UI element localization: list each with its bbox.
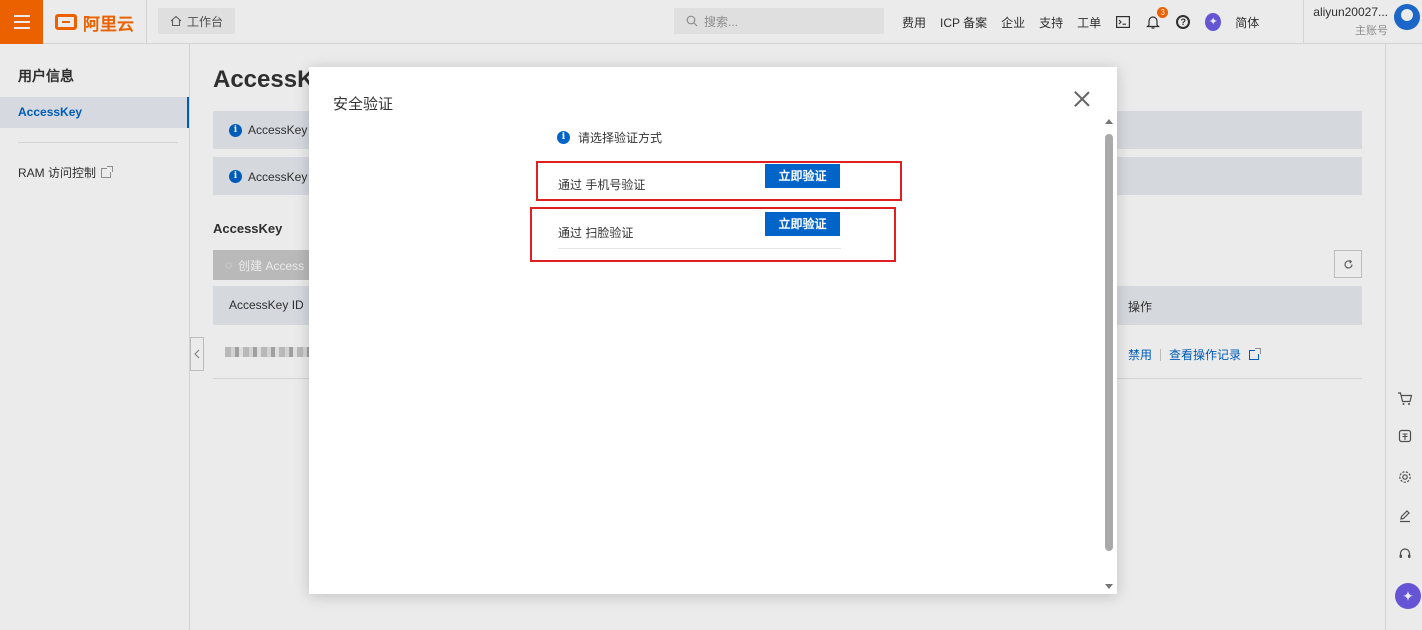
- verification-hint: i 请选择验证方式: [557, 129, 662, 146]
- close-icon[interactable]: [1074, 91, 1090, 107]
- phone-verification-option: 通过 手机号验证 立即验证: [558, 164, 840, 204]
- hint-text: 请选择验证方式: [578, 131, 663, 145]
- scroll-down-icon[interactable]: [1105, 584, 1113, 589]
- scroll-up-icon[interactable]: [1105, 119, 1113, 124]
- phone-verification-label: 通过 手机号验证: [558, 178, 646, 192]
- scrollbar[interactable]: [1104, 119, 1114, 589]
- face-verification-label: 通过 扫脸验证: [558, 226, 634, 240]
- dialog-title: 安全验证: [333, 96, 394, 113]
- info-icon: i: [557, 131, 570, 144]
- scroll-thumb[interactable]: [1105, 134, 1113, 551]
- face-verify-button[interactable]: 立即验证: [765, 212, 840, 236]
- phone-verify-button[interactable]: 立即验证: [765, 164, 840, 188]
- security-verification-dialog: 安全验证 i 请选择验证方式 通过 手机号验证 立即验证 通过 扫脸验证 立即验…: [309, 67, 1117, 594]
- divider: [558, 248, 841, 249]
- face-verification-option: 通过 扫脸验证 立即验证: [558, 212, 840, 252]
